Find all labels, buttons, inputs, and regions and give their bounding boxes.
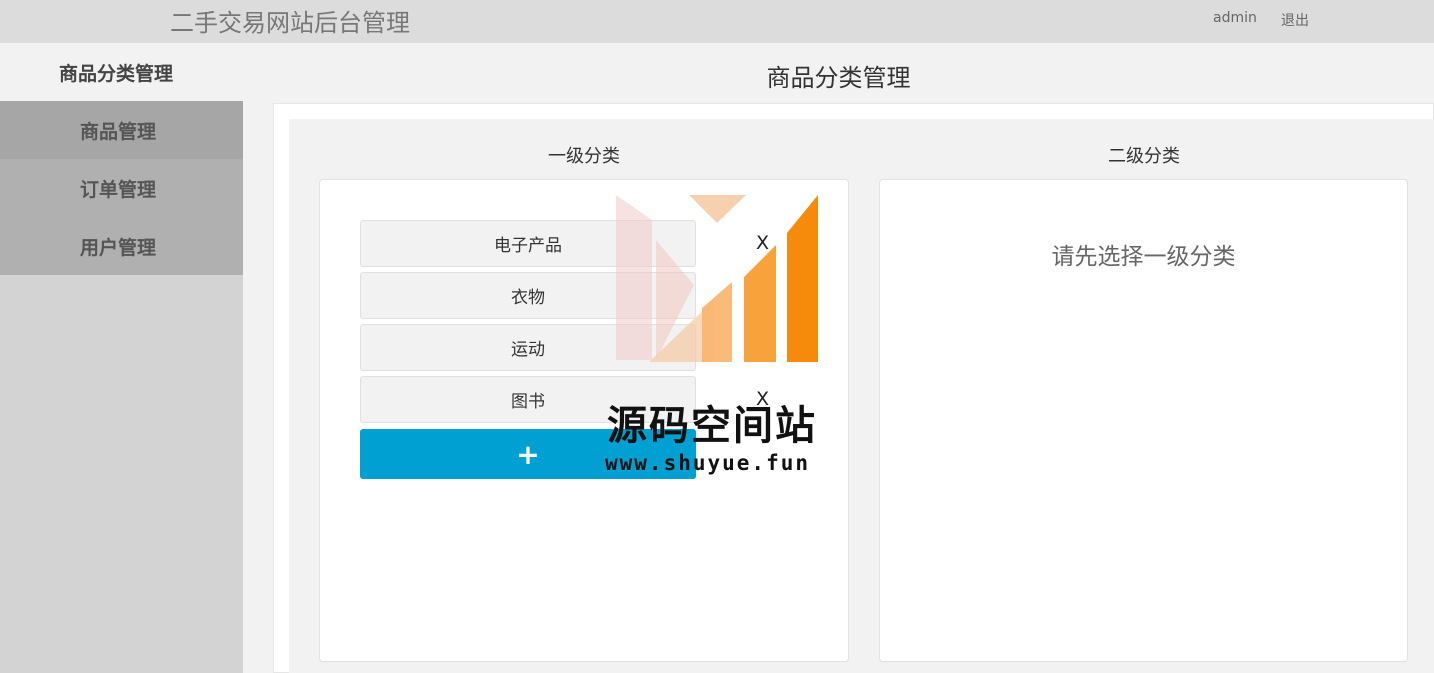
- sidebar-item-order-management[interactable]: 订单管理: [0, 159, 243, 217]
- delete-category-button[interactable]: X: [756, 232, 769, 254]
- sidebar-item-product-management[interactable]: 商品管理: [0, 101, 243, 159]
- category-item[interactable]: 电子产品: [360, 220, 696, 267]
- delete-category-button[interactable]: X: [756, 336, 769, 358]
- logout-link[interactable]: 退出: [1281, 10, 1309, 30]
- watermark-text: 源码空间站: [607, 403, 817, 449]
- sidebar-item-category-management[interactable]: 商品分类管理: [0, 43, 243, 101]
- site-title: 二手交易网站后台管理: [170, 9, 410, 37]
- watermark-url: www.shuyue.fun: [605, 451, 811, 475]
- delete-category-button[interactable]: X: [756, 284, 769, 306]
- sidebar-item-user-management[interactable]: 用户管理: [0, 217, 243, 275]
- sidebar: 商品分类管理 商品管理 订单管理 用户管理: [0, 43, 243, 673]
- top-bar: 二手交易网站后台管理 admin 退出: [0, 0, 1434, 43]
- admin-user-link[interactable]: admin: [1213, 10, 1257, 26]
- select-level1-hint: 请先选择一级分类: [1051, 244, 1236, 270]
- category-item[interactable]: 运动: [360, 324, 696, 371]
- level1-title: 一级分类: [548, 146, 620, 167]
- level2-title: 二级分类: [1108, 146, 1180, 167]
- page-title: 商品分类管理: [766, 64, 911, 92]
- category-item[interactable]: 衣物: [360, 272, 696, 319]
